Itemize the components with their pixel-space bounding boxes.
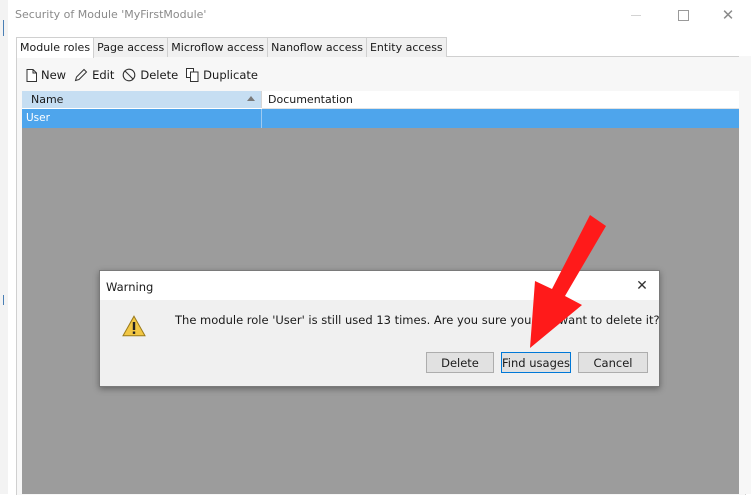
warning-icon (122, 315, 146, 337)
edge-mark (3, 20, 4, 36)
find-usages-button[interactable]: Find usages (501, 352, 571, 373)
sort-ascending-icon (247, 96, 255, 101)
tab-strip: Module roles Page access Microflow acces… (16, 37, 447, 58)
minimize-icon (631, 14, 641, 16)
pencil-icon (74, 68, 88, 82)
prohibited-icon (123, 68, 136, 82)
title-bar[interactable]: Security of Module 'MyFirstModule' ✕ (8, 0, 751, 30)
new-label: New (41, 68, 67, 82)
table-row[interactable]: User (22, 109, 739, 128)
duplicate-label: Duplicate (203, 68, 258, 82)
column-header-documentation[interactable]: Documentation (262, 91, 739, 109)
dialog-delete-button[interactable]: Delete (426, 352, 494, 373)
maximize-icon (677, 9, 689, 21)
panel-right-edge (739, 56, 751, 494)
grid-header: Name Documentation (22, 91, 739, 109)
column-header-name[interactable]: Name (22, 91, 262, 108)
toolbar: New Edit Delete Duplicate (26, 66, 266, 84)
dialog-close-button[interactable]: ✕ (630, 277, 654, 295)
window-title: Security of Module 'MyFirstModule' (15, 8, 207, 21)
minimize-button[interactable] (613, 0, 659, 30)
tab-module-roles[interactable]: Module roles (16, 37, 95, 58)
warning-dialog: Warning ✕ The module role 'User' is stil… (99, 270, 660, 387)
tab-page-access[interactable]: Page access (93, 37, 169, 57)
new-document-icon (26, 68, 37, 82)
dialog-message: The module role 'User' is still used 13 … (175, 313, 660, 327)
column-header-documentation-label: Documentation (268, 93, 353, 106)
duplicate-icon (186, 68, 199, 82)
window-left-edge (0, 0, 8, 494)
tab-nanoflow-access[interactable]: Nanoflow access (267, 37, 367, 57)
edit-button[interactable]: Edit (74, 68, 114, 82)
maximize-button[interactable] (660, 0, 706, 30)
duplicate-button[interactable]: Duplicate (186, 68, 258, 82)
delete-label: Delete (140, 68, 179, 82)
cell-divider (261, 109, 262, 128)
row-name-cell: User (26, 112, 50, 124)
dialog-cancel-button[interactable]: Cancel (578, 352, 648, 373)
close-icon: ✕ (721, 5, 735, 24)
edge-mark (3, 295, 4, 305)
dialog-title: Warning (106, 280, 154, 294)
dialog-title-bar[interactable]: Warning ✕ (100, 271, 659, 300)
security-window: Security of Module 'MyFirstModule' ✕ Mod… (0, 0, 751, 495)
tab-entity-access[interactable]: Entity access (365, 37, 447, 57)
edit-label: Edit (92, 68, 115, 82)
tab-microflow-access[interactable]: Microflow access (167, 37, 269, 57)
new-button[interactable]: New (26, 68, 66, 82)
column-header-name-label: Name (31, 93, 64, 106)
delete-button[interactable]: Delete (122, 68, 178, 82)
window-close-button[interactable]: ✕ (705, 0, 751, 30)
